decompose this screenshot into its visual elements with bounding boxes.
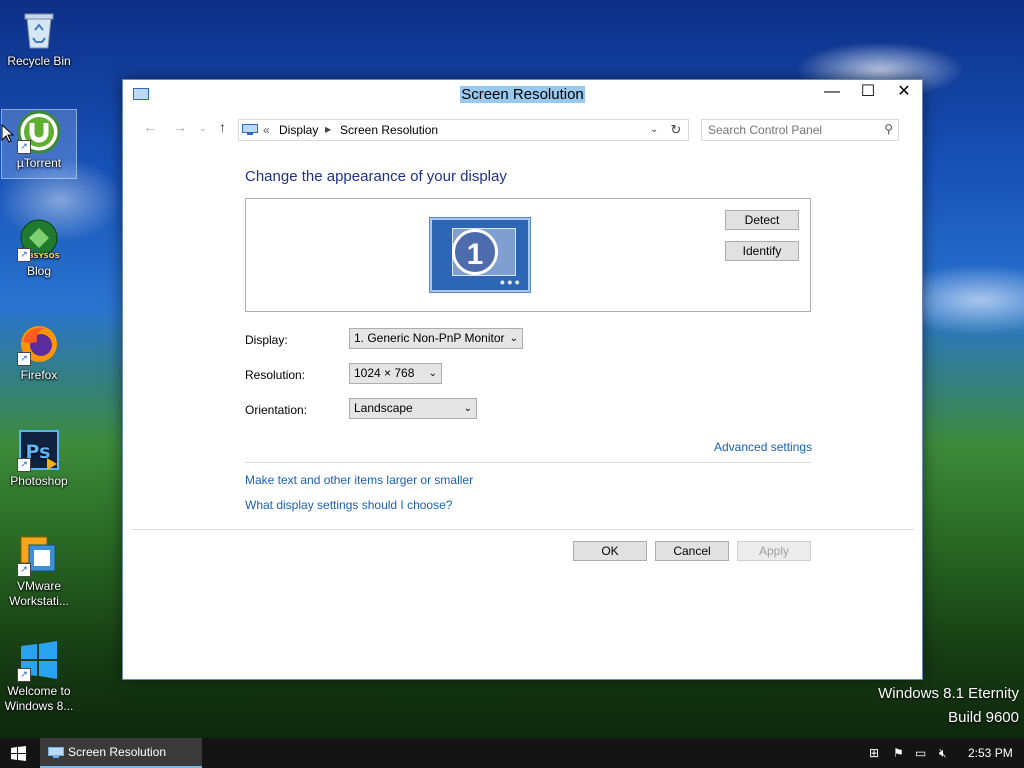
resolution-select[interactable]: 1024 × 768 ⌄ [349,363,442,384]
screen-resolution-window: Screen Resolution — ☐ ✕ ← → ⌄ ↑ « Displa… [122,79,923,680]
system-clock[interactable]: 2:53 PM [968,738,1013,768]
shortcut-arrow-icon: ↗ [17,248,31,262]
desktop-icon-utorrent[interactable]: ↗ µTorrent [1,109,77,179]
close-button[interactable]: ✕ [886,80,922,106]
desktop-icon-label: Firefox [20,368,58,382]
shortcut-arrow-icon: ↗ [17,458,31,472]
search-box[interactable]: ⚲ [701,119,899,141]
breadcrumb-display[interactable]: Display [279,123,318,137]
desktop-icon-label: Blog [26,264,52,278]
search-input[interactable] [708,123,873,137]
monitor-1-tile[interactable]: 1 ●●● [429,217,531,293]
shortcut-arrow-icon: ↗ [17,668,31,682]
breadcrumb-screen-resolution[interactable]: Screen Resolution [340,123,438,137]
detect-button[interactable]: Detect [725,210,799,230]
desktop-icon-label: VMware Workstati... [9,579,69,608]
mouse-cursor-icon [1,124,15,143]
recycle-bin-icon [17,8,61,52]
taskbar-item-label: Screen Resolution [68,745,167,759]
desktop-icon-firefox[interactable]: ↗ Firefox [2,322,76,383]
minimize-button[interactable]: — [814,80,850,106]
refresh-icon[interactable]: ↻ [664,119,689,141]
cancel-button[interactable]: Cancel [655,541,729,561]
apply-button[interactable]: Apply [737,541,811,561]
utorrent-icon: ↗ [17,110,61,154]
windows-start-icon [11,746,26,761]
blog-icon: LABSYSOS ↗ [17,218,61,262]
vmware-icon: ↗ [17,533,61,577]
taskbar-item-screen-resolution[interactable]: Screen Resolution [40,738,202,768]
navigation-bar: ← → ⌄ ↑ « Display ▶ Screen Resolution ⌄ … [123,115,922,141]
taskbar: Screen Resolution ⊞ ⚑ ▭ 🔇︎ 2:53 PM [0,738,1024,768]
footer-divider [131,529,914,530]
chevron-down-icon: ⌄ [509,333,518,344]
divider [245,462,811,463]
display-settings-help-link[interactable]: What display settings should I choose? [245,498,452,512]
address-dropdown-icon[interactable]: ⌄ [650,124,658,135]
maximize-button[interactable]: ☐ [850,80,886,106]
monitor-tray-icon[interactable]: ▭ [915,738,926,768]
windows-logo-icon: ↗ [17,638,61,682]
forward-arrow-icon[interactable]: → [173,119,187,135]
title-bar[interactable]: Screen Resolution — ☐ ✕ [123,80,922,108]
windows-build-watermark: Build 9600 [948,709,1019,726]
desktop-icon-label: Welcome to Windows 8... [4,684,74,713]
display-select[interactable]: 1. Generic Non-PnP Monitor ⌄ [349,328,523,349]
shortcut-arrow-icon: ↗ [17,352,31,366]
action-center-flag-icon[interactable]: ⚑ [893,738,904,768]
advanced-settings-link[interactable]: Advanced settings [714,440,812,454]
chevron-down-icon: ⌄ [463,403,472,414]
desktop-icon-blog[interactable]: LABSYSOS ↗ Blog [2,218,76,279]
page-heading: Change the appearance of your display [245,168,507,185]
desktop-icon-recycle-bin[interactable]: Recycle Bin [2,8,76,69]
shortcut-arrow-icon: ↗ [17,140,31,154]
address-bar[interactable]: « Display ▶ Screen Resolution ⌄ [238,119,689,141]
orientation-select[interactable]: Landscape ⌄ [349,398,477,419]
desktop-icon-welcome[interactable]: ↗ Welcome to Windows 8... [2,638,76,714]
display-icon [48,747,64,758]
desktop-icon-label: Photoshop [10,474,68,488]
start-button[interactable] [0,738,36,768]
control-panel-icon [242,124,258,135]
volume-muted-icon[interactable]: 🔇︎ [939,738,947,768]
text-size-link[interactable]: Make text and other items larger or smal… [245,473,473,487]
display-label: Display: [245,333,288,347]
window-title: Screen Resolution [460,86,585,103]
identify-button[interactable]: Identify [725,241,799,261]
desktop-icon-label: Recycle Bin [7,54,71,68]
network-tray-icon[interactable]: ⊞ [869,738,879,768]
recent-locations-chevron-icon[interactable]: ⌄ [199,123,207,134]
windows-version-watermark: Windows 8.1 Eternity [878,685,1019,702]
shortcut-arrow-icon: ↗ [17,563,31,577]
back-arrow-icon[interactable]: ← [143,119,157,135]
monitor-dots-icon: ●●● [499,277,522,287]
desktop-icon-vmware[interactable]: ↗ VMware Workstati... [2,533,76,609]
display-preview-panel: 1 ●●● Detect Identify [245,198,811,312]
photoshop-icon: Ps ↗ [17,428,61,472]
breadcrumb-separator-icon[interactable]: ▶ [325,125,331,134]
desktop-icon-photoshop[interactable]: Ps ↗ Photoshop [2,428,76,489]
ok-button[interactable]: OK [573,541,647,561]
chevron-down-icon: ⌄ [428,368,437,379]
breadcrumb-prefix[interactable]: « [263,123,270,137]
desktop-icon-label: µTorrent [16,156,62,170]
resolution-label: Resolution: [245,368,306,382]
search-icon[interactable]: ⚲ [884,122,893,136]
up-arrow-icon[interactable]: ↑ [219,119,226,135]
monitor-number-badge: 1 [452,229,498,275]
firefox-icon: ↗ [17,322,61,366]
orientation-label: Orientation: [245,403,308,417]
